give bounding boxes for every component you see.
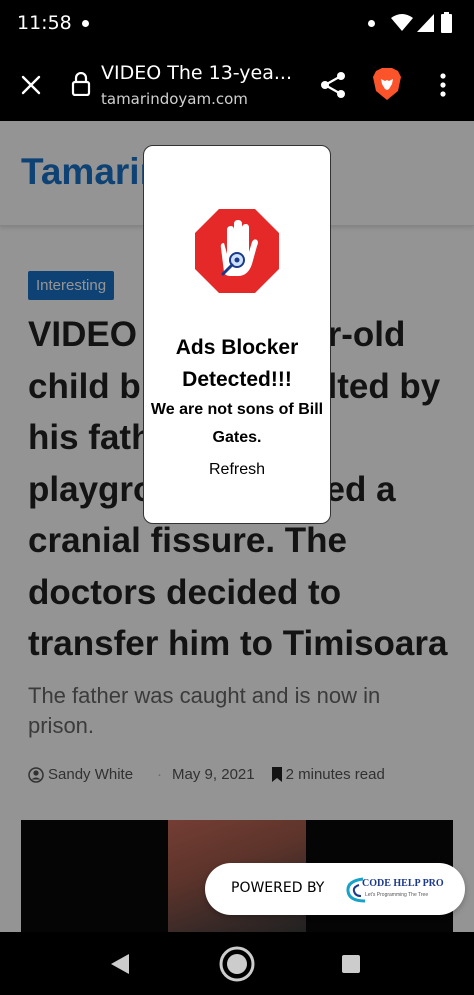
powered-by-badge[interactable]: POWERED BY CODE HELP PRO Let's Programmi… (205, 863, 465, 915)
status-time: 11:58 (17, 12, 72, 34)
back-triangle-icon (111, 954, 129, 974)
nav-back-button[interactable] (100, 946, 140, 982)
brave-lion-icon (373, 68, 401, 100)
recents-square-icon (342, 955, 360, 973)
notification-dot-icon (82, 20, 89, 27)
status-bar: 11:58 (0, 0, 474, 48)
notification-dot-icon (368, 20, 375, 27)
powered-by-label: POWERED BY (231, 880, 325, 896)
brand-tagline: Let's Programming The Tree (365, 892, 429, 898)
brave-shields-button[interactable] (367, 64, 407, 104)
page-title[interactable]: VIDEO The 13-yea... (101, 62, 292, 84)
share-icon (321, 72, 345, 98)
signal-icon (417, 14, 434, 32)
modal-message: We are not sons of Bill Gates. (150, 401, 324, 446)
wifi-icon (391, 14, 413, 31)
battery-icon (441, 12, 452, 33)
url-domain[interactable]: tamarindoyam.com (101, 90, 248, 108)
stop-hand-icon (195, 209, 279, 293)
adblock-modal: Ads Blocker Detected!!! We are not sons … (143, 145, 331, 524)
code-help-pro-logo: CODE HELP PRO Let's Programming The Tree (345, 875, 444, 905)
system-nav-bar (0, 932, 474, 995)
home-circle-icon (219, 946, 255, 982)
close-tab-button[interactable] (12, 66, 50, 104)
browser-toolbar: VIDEO The 13-yea... tamarindoyam.com (0, 48, 474, 121)
more-menu-button[interactable] (428, 66, 458, 104)
close-icon (21, 75, 41, 95)
brand-name: CODE HELP PRO (362, 878, 444, 889)
lock-icon (71, 72, 91, 96)
modal-title: Ads Blocker Detected!!! (175, 336, 299, 391)
nav-recents-button[interactable] (332, 946, 370, 982)
refresh-button[interactable]: Refresh (144, 461, 330, 479)
share-button[interactable] (314, 66, 352, 104)
nav-home-button[interactable] (215, 944, 259, 984)
more-vert-icon (440, 73, 446, 97)
